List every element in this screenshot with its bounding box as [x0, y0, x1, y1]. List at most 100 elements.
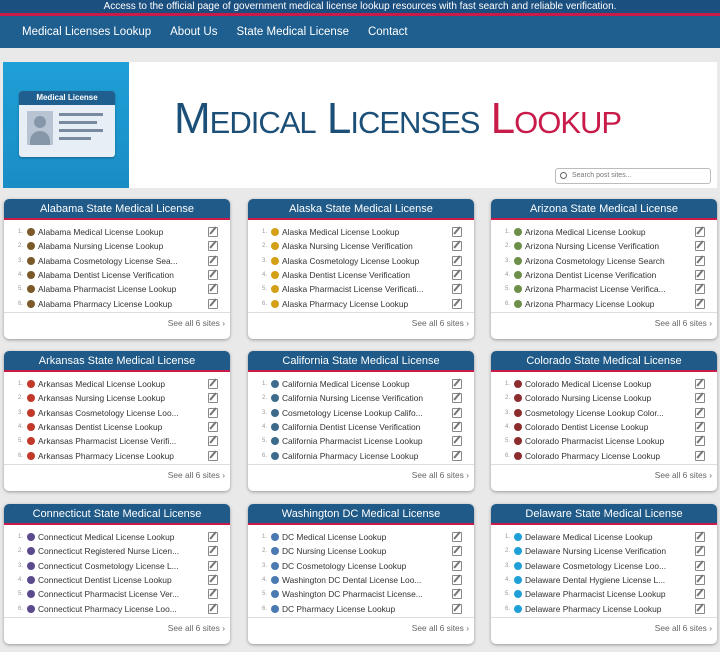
- edit-icon[interactable]: [208, 450, 218, 461]
- list-item[interactable]: 4. Arkansas Dentist License Lookup: [18, 420, 218, 434]
- list-item[interactable]: 2. DC Nursing License Lookup: [262, 544, 462, 558]
- edit-icon[interactable]: [208, 560, 218, 571]
- see-all-link[interactable]: See all 6 sites ›: [412, 623, 469, 633]
- list-item[interactable]: 4. Connecticut Dentist License Lookup: [18, 573, 218, 587]
- site-link[interactable]: Colorado Pharmacy License Lookup: [525, 451, 691, 461]
- list-item[interactable]: 6. Connecticut Pharmacy License Loo...: [18, 601, 218, 615]
- edit-icon[interactable]: [452, 450, 462, 461]
- edit-icon[interactable]: [452, 422, 462, 433]
- edit-icon[interactable]: [208, 284, 218, 295]
- site-link[interactable]: Arkansas Dentist License Lookup: [38, 422, 204, 432]
- list-item[interactable]: 1. Arkansas Medical License Lookup: [18, 377, 218, 391]
- nav-home-link[interactable]: Medical Licenses Lookup: [22, 26, 151, 38]
- edit-icon[interactable]: [208, 546, 218, 557]
- list-item[interactable]: 2. Connecticut Registered Nurse Licen...: [18, 544, 218, 558]
- list-item[interactable]: 4. Arizona Dentist License Verification: [505, 268, 705, 282]
- edit-icon[interactable]: [452, 546, 462, 557]
- site-link[interactable]: Delaware Pharmacist License Lookup: [525, 589, 691, 599]
- site-link[interactable]: Colorado Medical License Lookup: [525, 379, 691, 389]
- edit-icon[interactable]: [695, 575, 705, 586]
- edit-icon[interactable]: [452, 255, 462, 266]
- list-item[interactable]: 3. Alaska Cosmetology License Lookup: [262, 254, 462, 268]
- site-link[interactable]: Alaska Dentist License Verification: [282, 270, 448, 280]
- list-item[interactable]: 6. California Pharmacy License Lookup: [262, 448, 462, 462]
- list-item[interactable]: 3. Cosmetology License Lookup Califo...: [262, 406, 462, 420]
- list-item[interactable]: 5. Alaska Pharmacist License Verificati..…: [262, 282, 462, 296]
- list-item[interactable]: 5. Colorado Pharmacist License Lookup: [505, 434, 705, 448]
- list-item[interactable]: 4. Alabama Dentist License Verification: [18, 268, 218, 282]
- list-item[interactable]: 5. California Pharmacist License Lookup: [262, 434, 462, 448]
- see-all-link[interactable]: See all 6 sites ›: [168, 623, 225, 633]
- site-link[interactable]: California Pharmacist License Lookup: [282, 436, 448, 446]
- edit-icon[interactable]: [452, 379, 462, 390]
- list-item[interactable]: 4. California Dentist License Verificatio…: [262, 420, 462, 434]
- list-item[interactable]: 2. Delaware Nursing License Verification: [505, 544, 705, 558]
- edit-icon[interactable]: [208, 532, 218, 543]
- site-link[interactable]: Alaska Medical License Lookup: [282, 227, 448, 237]
- edit-icon[interactable]: [695, 422, 705, 433]
- site-link[interactable]: Connecticut Dentist License Lookup: [38, 575, 204, 585]
- list-item[interactable]: 2. Alaska Nursing License Verification: [262, 239, 462, 253]
- list-item[interactable]: 3. Arizona Cosmetology License Search: [505, 254, 705, 268]
- site-link[interactable]: DC Cosmetology License Lookup: [282, 561, 448, 571]
- site-link[interactable]: Alaska Nursing License Verification: [282, 241, 448, 251]
- see-all-link[interactable]: See all 6 sites ›: [655, 318, 712, 328]
- list-item[interactable]: 6. Arkansas Pharmacy License Lookup: [18, 448, 218, 462]
- edit-icon[interactable]: [452, 532, 462, 543]
- list-item[interactable]: 1. Alaska Medical License Lookup: [262, 225, 462, 239]
- edit-icon[interactable]: [695, 284, 705, 295]
- list-item[interactable]: 1. Alabama Medical License Lookup: [18, 225, 218, 239]
- edit-icon[interactable]: [208, 379, 218, 390]
- nav-contact-link[interactable]: Contact: [368, 26, 408, 38]
- edit-icon[interactable]: [208, 407, 218, 418]
- site-link[interactable]: Arkansas Pharmacy License Lookup: [38, 451, 204, 461]
- list-item[interactable]: 1. Arizona Medical License Lookup: [505, 225, 705, 239]
- edit-icon[interactable]: [452, 589, 462, 600]
- site-link[interactable]: Alabama Pharmacy License Lookup: [38, 299, 204, 309]
- edit-icon[interactable]: [695, 379, 705, 390]
- search-input[interactable]: Search post sites...: [555, 168, 711, 184]
- list-item[interactable]: 4. Colorado Dentist License Lookup: [505, 420, 705, 434]
- site-link[interactable]: DC Pharmacy License Lookup: [282, 604, 448, 614]
- site-link[interactable]: Connecticut Registered Nurse Licen...: [38, 546, 204, 556]
- edit-icon[interactable]: [695, 270, 705, 281]
- site-link[interactable]: Cosmetology License Lookup Color...: [525, 408, 691, 418]
- edit-icon[interactable]: [452, 407, 462, 418]
- edit-icon[interactable]: [208, 255, 218, 266]
- edit-icon[interactable]: [695, 532, 705, 543]
- site-link[interactable]: Arizona Nursing License Verification: [525, 241, 691, 251]
- list-item[interactable]: 1. Colorado Medical License Lookup: [505, 377, 705, 391]
- site-link[interactable]: Delaware Dental Hygiene License L...: [525, 575, 691, 585]
- list-item[interactable]: 2. Colorado Nursing License Lookup: [505, 391, 705, 405]
- edit-icon[interactable]: [452, 560, 462, 571]
- edit-icon[interactable]: [695, 227, 705, 238]
- site-link[interactable]: Colorado Pharmacist License Lookup: [525, 436, 691, 446]
- list-item[interactable]: 3. Alabama Cosmetology License Sea...: [18, 254, 218, 268]
- site-link[interactable]: Connecticut Pharmacy License Loo...: [38, 604, 204, 614]
- site-link[interactable]: Connecticut Medical License Lookup: [38, 532, 204, 542]
- edit-icon[interactable]: [695, 298, 705, 309]
- edit-icon[interactable]: [208, 241, 218, 252]
- list-item[interactable]: 6. Arizona Pharmacy License Lookup: [505, 296, 705, 310]
- list-item[interactable]: 6. Alaska Pharmacy License Lookup: [262, 296, 462, 310]
- list-item[interactable]: 3. Delaware Cosmetology License Loo...: [505, 559, 705, 573]
- site-link[interactable]: Connecticut Pharmacist License Ver...: [38, 589, 204, 599]
- site-link[interactable]: Colorado Dentist License Lookup: [525, 422, 691, 432]
- nav-about-link[interactable]: About Us: [170, 26, 217, 38]
- site-link[interactable]: Arizona Medical License Lookup: [525, 227, 691, 237]
- site-link[interactable]: Alaska Cosmetology License Lookup: [282, 256, 448, 266]
- list-item[interactable]: 2. Alabama Nursing License Lookup: [18, 239, 218, 253]
- edit-icon[interactable]: [452, 298, 462, 309]
- list-item[interactable]: 6. Colorado Pharmacy License Lookup: [505, 448, 705, 462]
- site-link[interactable]: Colorado Nursing License Lookup: [525, 393, 691, 403]
- site-link[interactable]: Arizona Cosmetology License Search: [525, 256, 691, 266]
- edit-icon[interactable]: [695, 589, 705, 600]
- site-link[interactable]: Arkansas Cosmetology License Loo...: [38, 408, 204, 418]
- site-link[interactable]: Washington DC Pharmacist License...: [282, 589, 448, 599]
- list-item[interactable]: 5. Connecticut Pharmacist License Ver...: [18, 587, 218, 601]
- site-link[interactable]: Delaware Cosmetology License Loo...: [525, 561, 691, 571]
- edit-icon[interactable]: [695, 241, 705, 252]
- edit-icon[interactable]: [208, 298, 218, 309]
- edit-icon[interactable]: [452, 227, 462, 238]
- edit-icon[interactable]: [208, 227, 218, 238]
